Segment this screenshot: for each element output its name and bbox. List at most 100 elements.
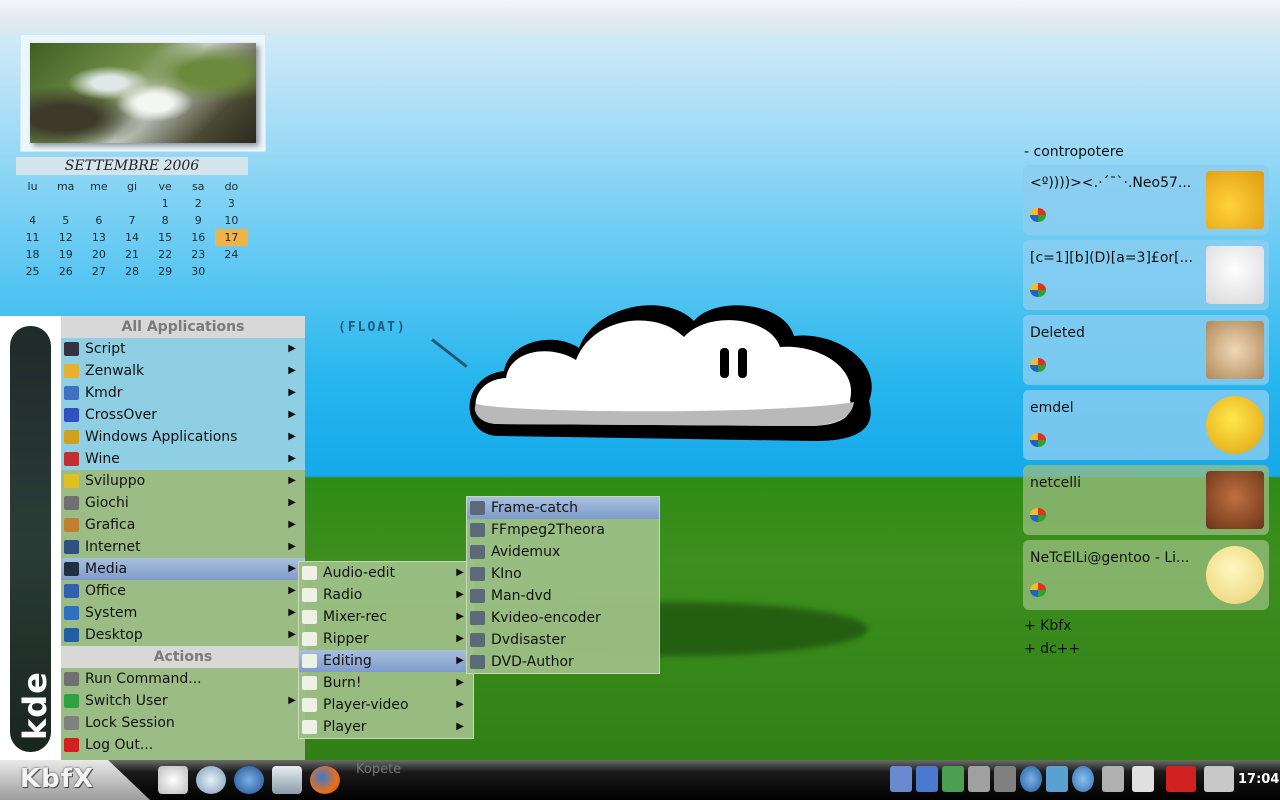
media-icon <box>64 562 79 576</box>
group-collapsed[interactable]: + Kbfx <box>1020 615 1270 638</box>
editing-submenu-avidemux[interactable]: Avidemux <box>467 541 659 563</box>
menu-item-crossover[interactable]: CrossOver ▶ <box>61 404 305 426</box>
media-submenu-player[interactable]: Player ▶ <box>299 716 473 738</box>
network-globe-icon[interactable] <box>234 766 264 794</box>
kmdr-icon <box>64 386 79 400</box>
calendar-day[interactable]: 29 <box>149 263 182 280</box>
calendar-day[interactable]: 1 <box>149 195 182 212</box>
menu-item-internet[interactable]: Internet ▶ <box>61 536 305 558</box>
media-submenu-burn[interactable]: Burn! ▶ <box>299 672 473 694</box>
menu-item-windows-applications[interactable]: Windows Applications ▶ <box>61 426 305 448</box>
volume-tray-icon[interactable] <box>968 766 990 792</box>
clipboard-tray-icon[interactable] <box>1132 766 1154 792</box>
media-submenu-audio-edit[interactable]: Audio-edit ▶ <box>299 562 473 584</box>
kbfx-start-button[interactable]: KbfX <box>0 760 150 800</box>
calendar-day[interactable]: 6 <box>82 212 115 229</box>
trash-tray-icon[interactable] <box>1102 766 1124 792</box>
menu-item-wine[interactable]: Wine ▶ <box>61 448 305 470</box>
contact-item[interactable]: [c=1][b](D)[a=3]£or[... <box>1023 240 1269 310</box>
editing-submenu-man-dvd[interactable]: Man-dvd <box>467 585 659 607</box>
chat-tray-icon[interactable] <box>942 766 964 792</box>
menu-item-sviluppo[interactable]: Sviluppo ▶ <box>61 470 305 492</box>
contact-item[interactable]: netcelli <box>1023 465 1269 535</box>
contact-item[interactable]: NeTcElLi@gentoo - Li... <box>1023 540 1269 610</box>
calendar-day[interactable]: 13 <box>82 229 115 246</box>
ati-tray-icon[interactable] <box>1166 766 1196 792</box>
calendar-day[interactable]: 5 <box>49 212 82 229</box>
calendar-day[interactable]: 7 <box>115 212 148 229</box>
menu-item-system[interactable]: System ▶ <box>61 602 305 624</box>
kopete-taskbar-entry[interactable]: Kopete <box>356 762 401 777</box>
group-contropotere[interactable]: - contropotere <box>1020 142 1270 162</box>
calendar-day[interactable]: 22 <box>149 246 182 263</box>
calendar-day[interactable]: 18 <box>16 246 49 263</box>
menu-item-zenwalk[interactable]: Zenwalk ▶ <box>61 360 305 382</box>
pale-smiley-avatar <box>1206 546 1264 604</box>
calendar-day[interactable]: 10 <box>215 212 248 229</box>
network-tray-icon[interactable] <box>916 766 938 792</box>
media-submenu-mixer-rec[interactable]: Mixer-rec ▶ <box>299 606 473 628</box>
menu-item-label: Radio <box>323 587 363 603</box>
calendar-day[interactable]: 12 <box>49 229 82 246</box>
media-submenu-radio[interactable]: Radio ▶ <box>299 584 473 606</box>
calendar-day[interactable]: 30 <box>182 263 215 280</box>
calendar-day[interactable]: 4 <box>16 212 49 229</box>
calendar-day[interactable]: 21 <box>115 246 148 263</box>
calendar-day[interactable]: 15 <box>149 229 182 246</box>
monitor-icon[interactable] <box>272 766 302 794</box>
media-submenu-player-video[interactable]: Player-video ▶ <box>299 694 473 716</box>
media-submenu-ripper[interactable]: Ripper ▶ <box>299 628 473 650</box>
calendar-day[interactable]: 9 <box>182 212 215 229</box>
bubble-tray-icon[interactable] <box>1072 766 1094 792</box>
menu-item-giochi[interactable]: Giochi ▶ <box>61 492 305 514</box>
hardware-tray-icon[interactable] <box>1204 766 1234 792</box>
calendar-day[interactable]: 20 <box>82 246 115 263</box>
menu-item-desktop[interactable]: Desktop ▶ <box>61 624 305 646</box>
editing-submenu-ffmpeg2theora[interactable]: FFmpeg2Theora <box>467 519 659 541</box>
editing-submenu-kvideo-encoder[interactable]: Kvideo-encoder <box>467 607 659 629</box>
group-collapsed[interactable]: + dc++ <box>1020 638 1270 661</box>
calendar-day[interactable]: 11 <box>16 229 49 246</box>
editing-submenu-dvdisaster[interactable]: Dvdisaster <box>467 629 659 651</box>
calendar-day[interactable]: 17 <box>214 229 248 246</box>
calendar-day[interactable]: 25 <box>16 263 49 280</box>
submenu-arrow-icon: ▶ <box>456 611 464 622</box>
menu-item-grafica[interactable]: Grafica ▶ <box>61 514 305 536</box>
action-run-command[interactable]: Run Command... <box>61 668 305 690</box>
konqueror-icon[interactable] <box>196 766 226 794</box>
calendar-day[interactable]: 8 <box>149 212 182 229</box>
action-lock-session[interactable]: Lock Session <box>61 712 305 734</box>
globe-tray-icon[interactable] <box>1020 766 1042 792</box>
calendar-day[interactable]: 19 <box>49 246 82 263</box>
editing-submenu-frame-catch[interactable]: Frame-catch <box>467 497 659 519</box>
contact-item[interactable]: emdel <box>1023 390 1269 460</box>
kopete-tray-icon[interactable] <box>1046 766 1068 792</box>
firefox-icon[interactable] <box>310 766 340 794</box>
menu-item-script[interactable]: Script ▶ <box>61 338 305 360</box>
home-icon[interactable] <box>158 766 188 794</box>
calendar-day[interactable]: 27 <box>82 263 115 280</box>
editing-submenu-dvd-author[interactable]: DVD-Author <box>467 651 659 673</box>
calendar-day[interactable]: 14 <box>115 229 148 246</box>
calendar-day[interactable]: 28 <box>115 263 148 280</box>
action-switch-user[interactable]: Switch User ▶ <box>61 690 305 712</box>
calendar-day[interactable]: 2 <box>182 195 215 212</box>
usb-tray-icon[interactable] <box>890 766 912 792</box>
action-log-out[interactable]: Log Out... <box>61 734 305 756</box>
menu-item-office[interactable]: Office ▶ <box>61 580 305 602</box>
menu-item-kmdr[interactable]: Kmdr ▶ <box>61 382 305 404</box>
calendar-day[interactable]: 26 <box>49 263 82 280</box>
calendar-day[interactable]: 3 <box>215 195 248 212</box>
media-submenu-editing[interactable]: Editing ▶ <box>299 650 473 672</box>
connection-tray-icon[interactable] <box>994 766 1016 792</box>
calendar-day[interactable]: 23 <box>182 246 215 263</box>
menu-item-label: Office <box>85 583 126 599</box>
calendar-day[interactable]: 16 <box>182 229 215 246</box>
calendar-day[interactable]: 24 <box>215 246 248 263</box>
menu-item-media[interactable]: Media ▶ <box>61 558 305 580</box>
menu-item-label: Dvdisaster <box>491 632 566 648</box>
contact-item[interactable]: <º))))><.·´¯`·.Neo57... <box>1023 165 1269 235</box>
contact-item[interactable]: Deleted <box>1023 315 1269 385</box>
editing-submenu-kino[interactable]: KIno <box>467 563 659 585</box>
submenu-arrow-icon: ▶ <box>456 677 464 688</box>
